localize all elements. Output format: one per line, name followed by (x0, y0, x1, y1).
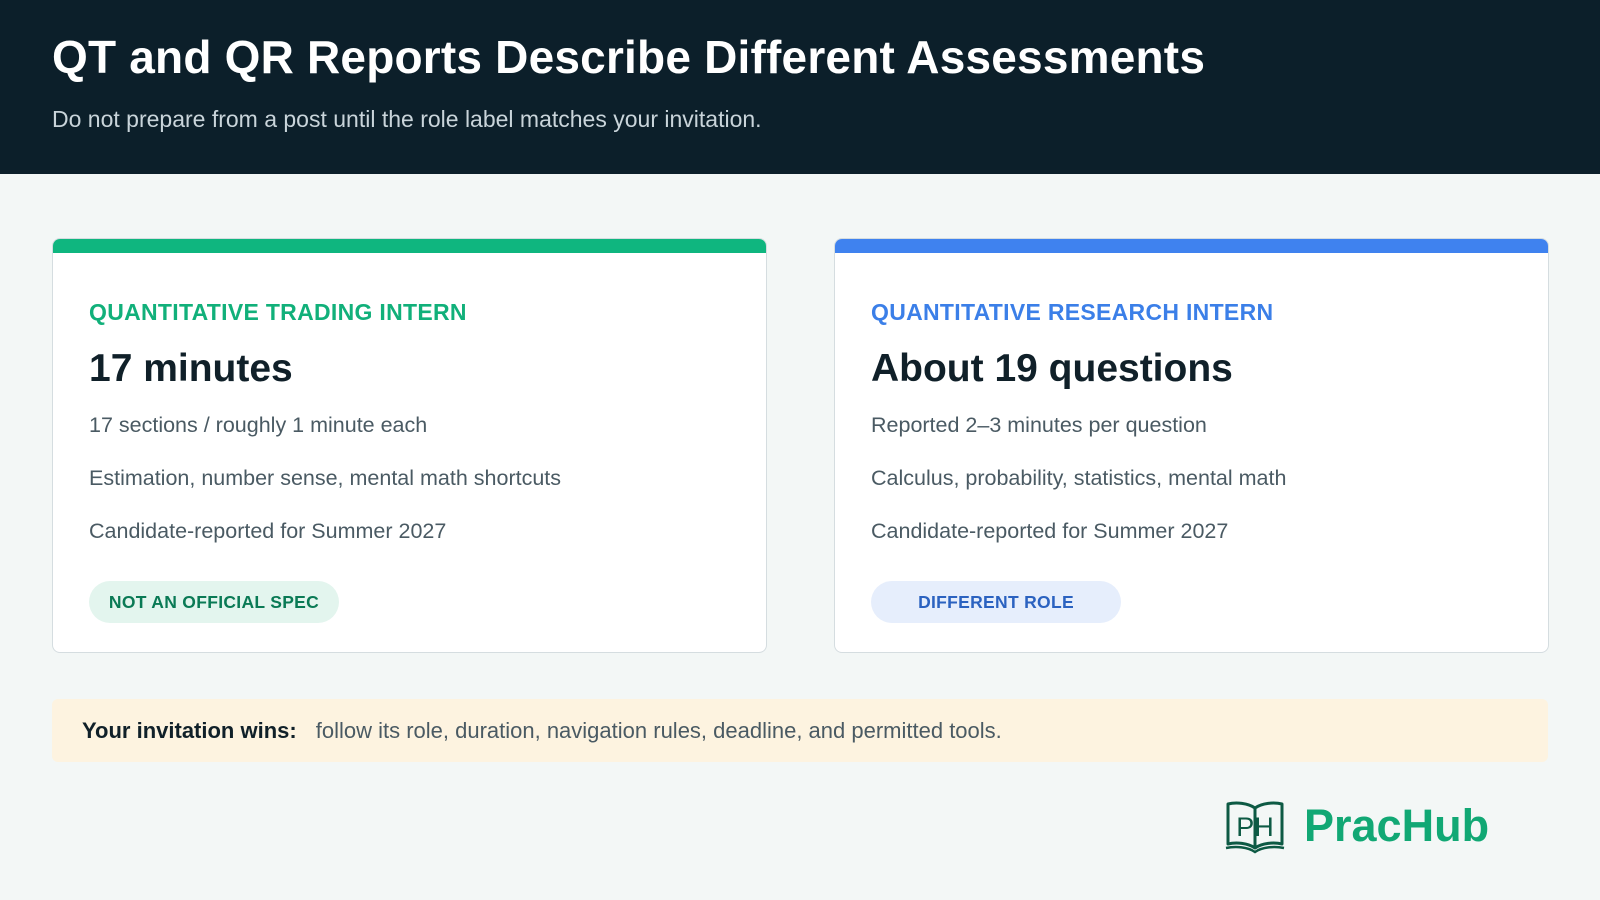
card-detail-line: Reported 2–3 minutes per question (871, 413, 1207, 437)
page-subtitle: Do not prepare from a post until the rol… (52, 106, 762, 132)
card-quant-research: QUANTITATIVE RESEARCH INTERN About 19 qu… (834, 238, 1549, 653)
card-headline: About 19 questions (871, 347, 1233, 390)
page-title: QT and QR Reports Describe Different Ass… (52, 31, 1206, 83)
card-role-label: QUANTITATIVE TRADING INTERN (89, 299, 467, 325)
open-book-icon: PH (1225, 801, 1285, 854)
card-accent-bar (835, 239, 1548, 253)
note-text: follow its role, duration, navigation ru… (315, 717, 1002, 743)
page-header: QT and QR Reports Describe Different Ass… (0, 0, 1600, 174)
card-quant-trading: QUANTITATIVE TRADING INTERN 17 minutes 1… (52, 238, 767, 653)
card-role-label: QUANTITATIVE RESEARCH INTERN (871, 299, 1274, 325)
brand-logo: PH PracHub (1224, 798, 1489, 854)
card-headline: 17 minutes (89, 347, 293, 390)
card-detail-line: Candidate-reported for Summer 2027 (89, 519, 447, 543)
note-label: Your invitation wins: (82, 717, 297, 743)
card-accent-bar (53, 239, 766, 253)
card-detail-line: Candidate-reported for Summer 2027 (871, 519, 1229, 543)
card-detail-line: Calculus, probability, statistics, menta… (871, 466, 1287, 490)
logo-lettering: PH (1236, 812, 1274, 842)
card-detail-line: 17 sections / roughly 1 minute each (89, 413, 428, 437)
card-detail-line: Estimation, number sense, mental math sh… (89, 466, 562, 490)
brand-name: PracHub (1304, 800, 1490, 851)
status-badge: DIFFERENT ROLE (871, 581, 1121, 623)
status-badge: NOT AN OFFICIAL SPEC (89, 581, 339, 623)
invitation-note: Your invitation wins: follow its role, d… (52, 699, 1548, 762)
